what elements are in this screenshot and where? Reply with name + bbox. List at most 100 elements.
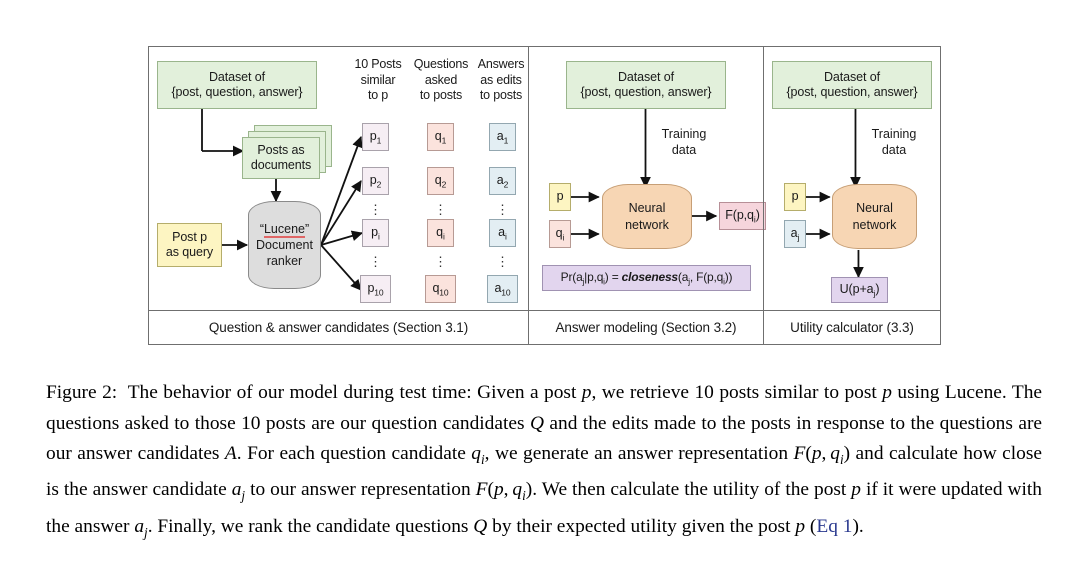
input-aj-label-panel3: aj xyxy=(790,225,800,243)
input-aj-box-panel3: aj xyxy=(784,220,806,248)
ranker-line-3: ranker xyxy=(266,254,303,269)
questions-item-q2: q2 xyxy=(427,167,454,195)
input-p-box-panel3: p xyxy=(784,183,806,211)
panel-answer-modeling: Dataset of {post, question, answer} Trai… xyxy=(528,47,766,310)
dataset-panel2-line-1: Dataset of xyxy=(618,69,674,84)
training-data-panel3-line-2: data xyxy=(881,142,907,157)
posts-item-p1-label: p1 xyxy=(369,128,382,146)
questions-item-qi-label: qi xyxy=(436,224,445,242)
posts-item-pi: pi xyxy=(362,219,389,247)
posts-as-documents-box: Posts as documents xyxy=(242,137,320,179)
dataset-box-panel3: Dataset of {post, question, answer} xyxy=(772,61,932,109)
column-header-answers-line1: Answers xyxy=(477,57,525,71)
answers-item-a2: a2 xyxy=(489,167,516,195)
column-header-posts-line2: similar xyxy=(360,72,396,87)
training-data-label-panel3: Training data xyxy=(862,127,926,158)
dataset-box-panel1: Dataset of {post, question, answer} xyxy=(157,61,317,109)
answers-item-a1-label: a1 xyxy=(496,128,509,146)
dataset-panel2-line-2: {post, question, answer} xyxy=(580,85,712,99)
answers-item-a10-label: a10 xyxy=(494,280,511,298)
ranker-line-2: Document xyxy=(256,237,313,252)
posts-item-p2: p2 xyxy=(362,167,389,195)
questions-column-ellipsis-upper: ⋮ xyxy=(434,202,447,217)
lucene-misspelled-word: Lucene xyxy=(263,221,305,238)
footer-utility-text: Utility calculator (3.3) xyxy=(790,320,914,335)
answers-item-a1: a1 xyxy=(489,123,516,151)
answers-item-a2-label: a2 xyxy=(496,172,509,190)
dataset-line-2: {post, question, answer} xyxy=(171,85,303,99)
column-header-posts-line3: to p xyxy=(367,88,389,103)
training-data-panel3-line-1: Training xyxy=(871,127,917,141)
answers-column-ellipsis-upper: ⋮ xyxy=(496,202,509,217)
post-p-as-query-box: Post p as query xyxy=(157,223,222,267)
footer-label-candidates: Question & answer candidates (Section 3.… xyxy=(149,310,528,344)
dataset-line-1: Dataset of xyxy=(209,69,265,84)
figure-caption-label: Figure 2: xyxy=(46,382,118,403)
column-header-answers-line3: to posts xyxy=(479,88,523,103)
input-p-label-panel2: p xyxy=(556,189,564,204)
dataset-panel3-line-2: {post, question, answer} xyxy=(786,85,918,99)
figure-diagram-frame: Dataset of {post, question, answer} Post… xyxy=(148,46,941,345)
footer-candidates-text: Question & answer candidates (Section 3.… xyxy=(208,320,469,335)
questions-item-qi: qi xyxy=(427,219,454,247)
footer-label-utility: Utility calculator (3.3) xyxy=(763,310,940,344)
input-qi-box-panel2: qi xyxy=(549,220,571,248)
panel-question-answer-candidates: Dataset of {post, question, answer} Post… xyxy=(149,47,528,310)
column-header-questions: Questions asked to posts xyxy=(408,57,474,104)
answers-item-a10: a10 xyxy=(487,275,518,303)
input-qi-label-panel2: qi xyxy=(555,225,565,243)
lucene-document-ranker-node: “Lucene” Document ranker xyxy=(248,201,321,289)
questions-column-ellipsis-lower: ⋮ xyxy=(434,254,447,269)
neural-network-node-panel2: Neural network xyxy=(602,184,692,249)
footer-label-answer-modeling: Answer modeling (Section 3.2) xyxy=(528,310,763,344)
posts-item-pi-label: pi xyxy=(371,224,380,242)
figure-caption-body: The behavior of our model during test ti… xyxy=(46,382,1043,540)
answers-item-ai: ai xyxy=(489,219,516,247)
questions-item-q10: q10 xyxy=(425,275,456,303)
neural-network-panel3-line-2: network xyxy=(852,217,897,232)
column-header-questions-line2: asked xyxy=(424,72,458,87)
query-line-1: Post p xyxy=(172,229,207,244)
posts-line-1: Posts as xyxy=(257,142,305,157)
output-F-label-panel2: F(p,qi) xyxy=(725,207,760,225)
neural-network-panel2-line-1: Neural xyxy=(628,201,666,216)
posts-item-p10: p10 xyxy=(360,275,391,303)
answers-item-ai-label: ai xyxy=(498,224,507,242)
questions-item-q1-label: q1 xyxy=(434,128,447,146)
posts-column-ellipsis-upper: ⋮ xyxy=(369,202,382,217)
training-data-panel2-line-1: Training xyxy=(661,127,707,141)
neural-network-node-panel3: Neural network xyxy=(832,184,917,249)
column-header-answers: Answers as edits to posts xyxy=(471,57,531,104)
figure-caption: Figure 2: The behavior of our model duri… xyxy=(46,378,1042,548)
column-header-questions-line1: Questions xyxy=(413,57,469,71)
dataset-box-panel2: Dataset of {post, question, answer} xyxy=(566,61,726,109)
questions-item-q1: q1 xyxy=(427,123,454,151)
closeness-equation-box: Pr(aj|p,qi) = closeness(aj, F(p,qi)) xyxy=(542,265,751,291)
posts-line-2: documents xyxy=(250,158,312,172)
output-utility-box-panel3: U(p+aj) xyxy=(831,277,888,303)
posts-item-p1: p1 xyxy=(362,123,389,151)
column-header-questions-line3: to posts xyxy=(419,88,463,103)
input-p-label-panel3: p xyxy=(791,189,799,204)
column-header-posts: 10 Posts similar to p xyxy=(347,57,409,104)
output-F-box-panel2: F(p,qi) xyxy=(719,202,766,230)
training-data-label-panel2: Training data xyxy=(652,127,716,158)
output-utility-label-panel3: U(p+aj) xyxy=(839,281,880,299)
column-header-posts-line1: 10 Posts xyxy=(354,57,402,71)
column-header-answers-line2: as edits xyxy=(480,72,522,87)
input-p-box-panel2: p xyxy=(549,183,571,211)
training-data-panel2-line-2: data xyxy=(671,142,697,157)
footer-answer-text: Answer modeling (Section 3.2) xyxy=(555,320,737,335)
neural-network-panel2-line-2: network xyxy=(625,217,669,232)
dataset-panel3-line-1: Dataset of xyxy=(824,69,880,84)
panel-utility-calculator: Dataset of {post, question, answer} Trai… xyxy=(763,47,940,310)
questions-item-q2-label: q2 xyxy=(434,172,447,190)
posts-column-ellipsis-lower: ⋮ xyxy=(369,254,382,269)
posts-item-p10-label: p10 xyxy=(367,280,384,298)
ranker-line-1: “Lucene” xyxy=(259,221,310,238)
query-line-2: as query xyxy=(165,245,214,259)
answers-column-ellipsis-lower: ⋮ xyxy=(496,254,509,269)
questions-item-q10-label: q10 xyxy=(432,280,449,298)
posts-item-p2-label: p2 xyxy=(369,172,382,190)
neural-network-panel3-line-1: Neural xyxy=(856,201,893,216)
